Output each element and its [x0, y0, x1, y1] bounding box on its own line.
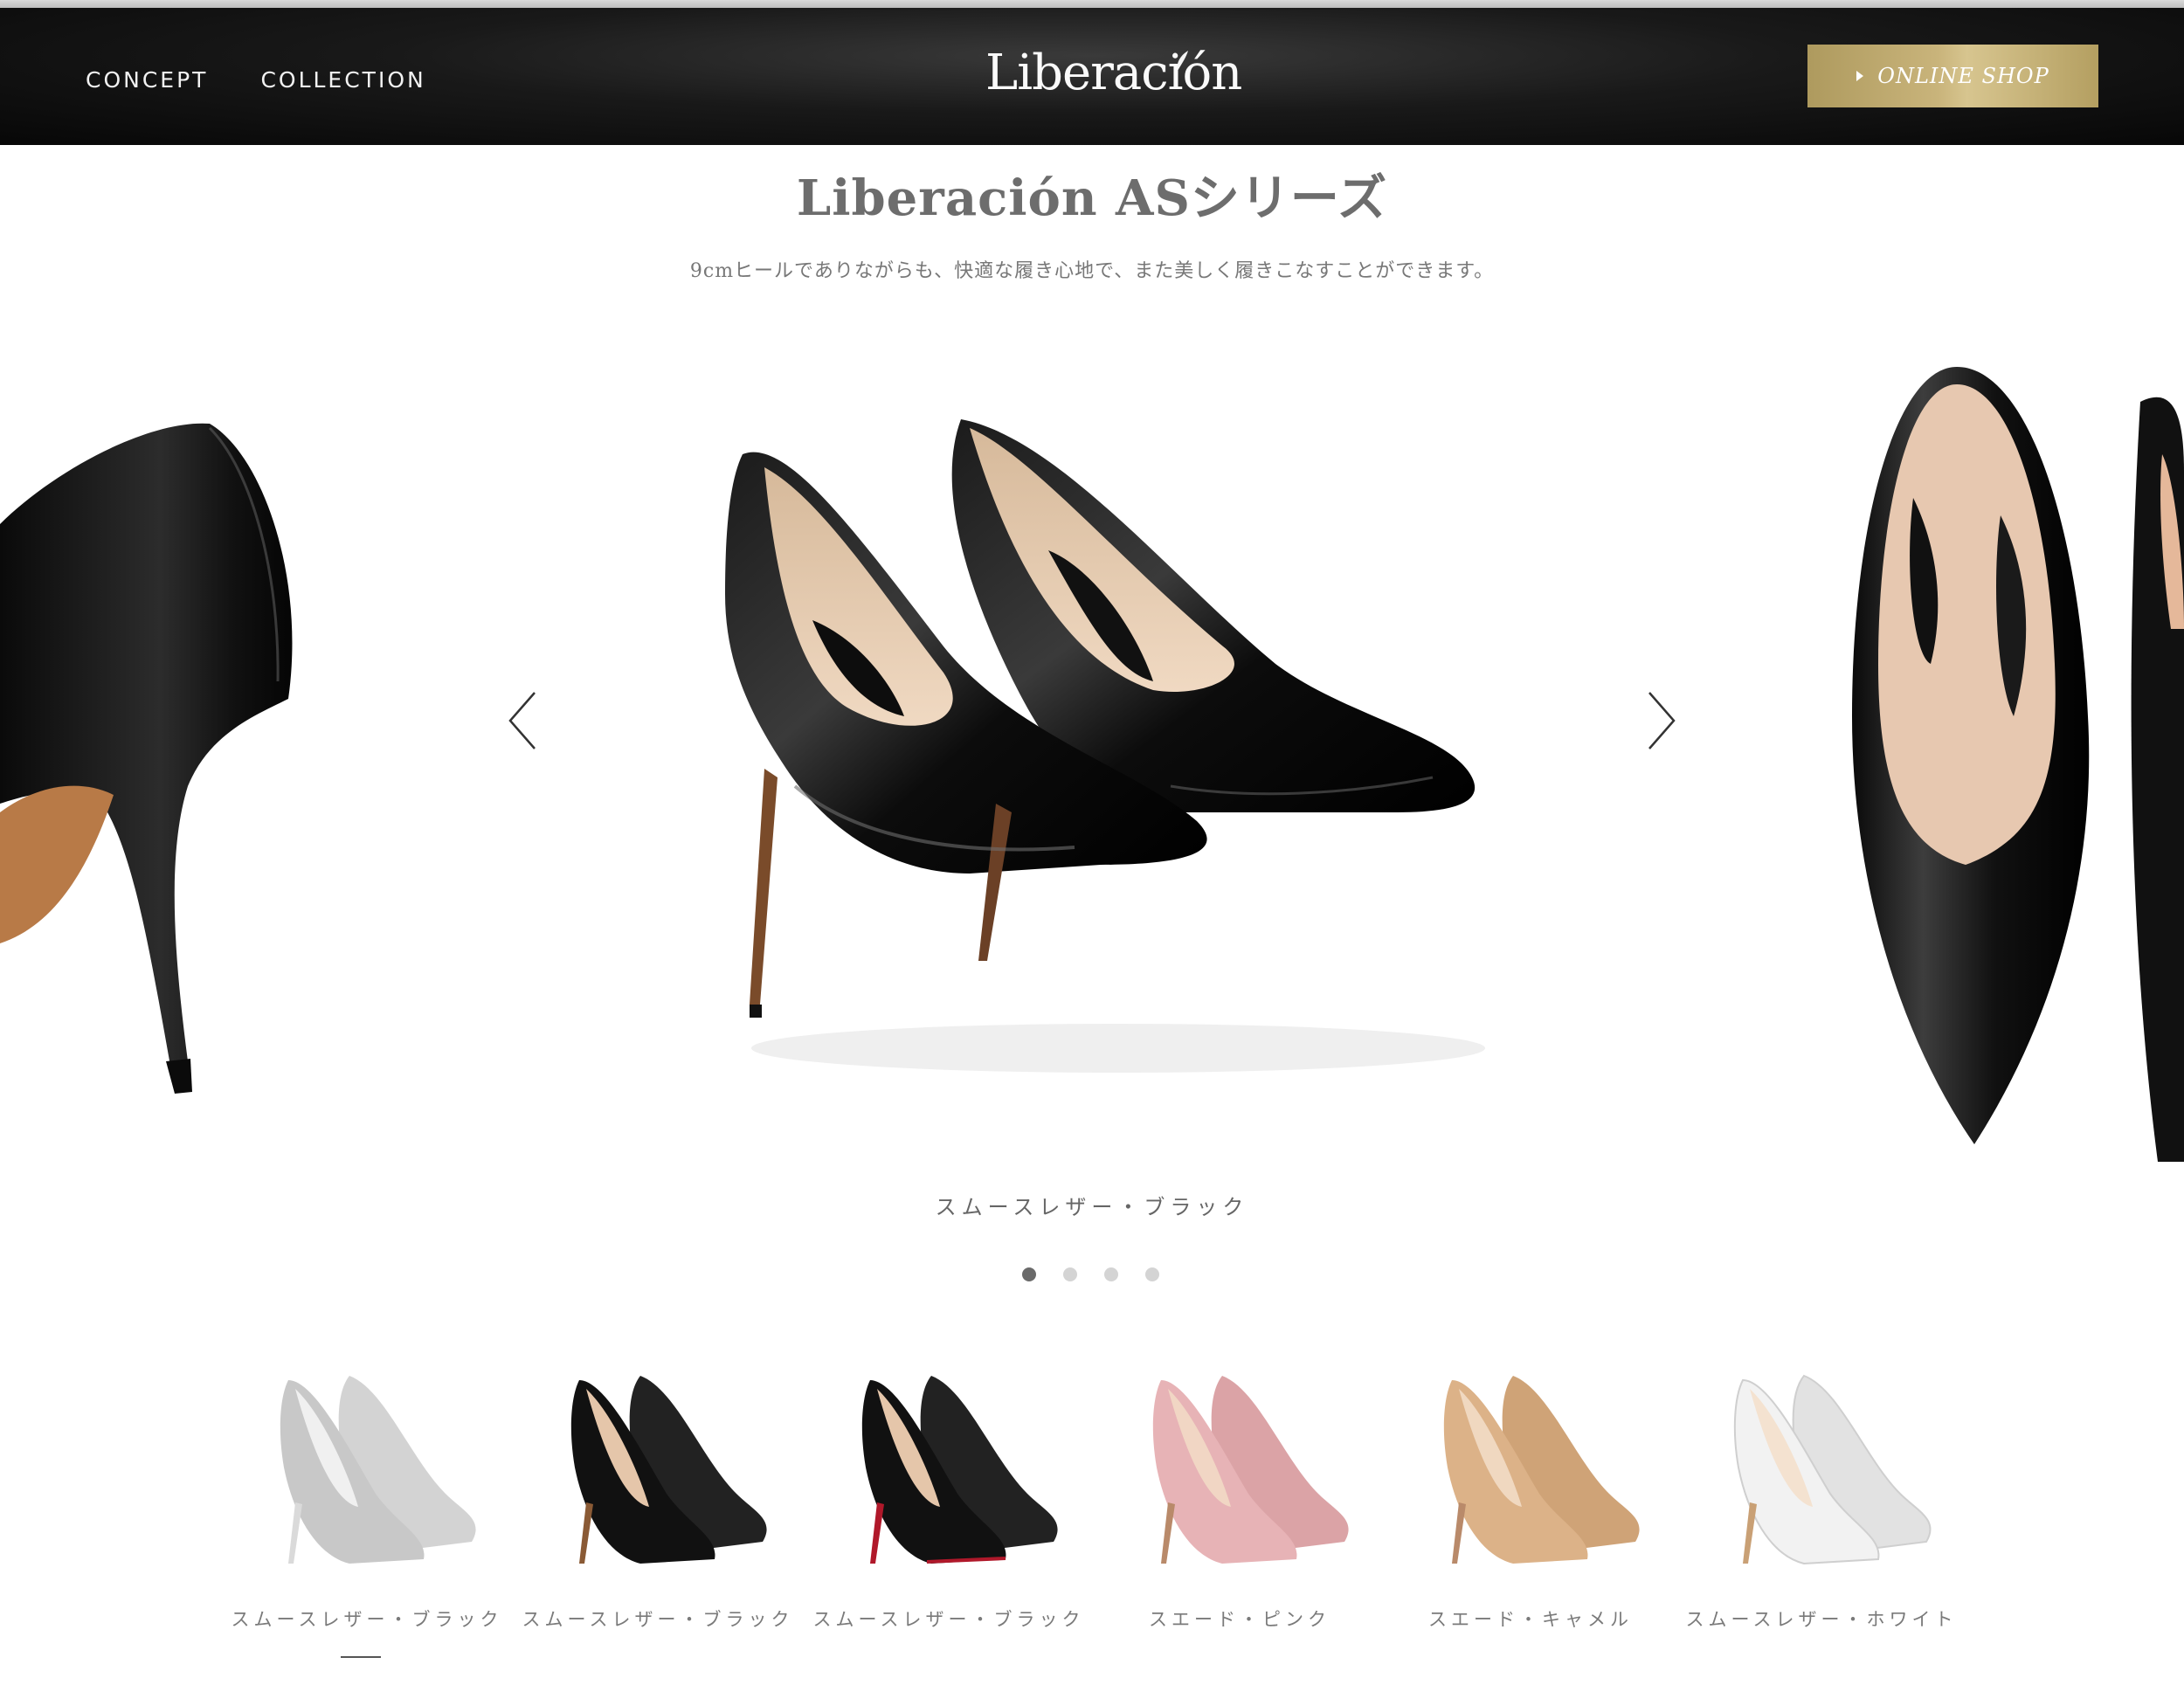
page-title: Liberación ASシリーズ — [796, 169, 1388, 227]
thumbnail-label: スムースレザー・ブラック — [522, 1609, 794, 1630]
carousel-dot-4[interactable] — [1145, 1267, 1159, 1281]
slide-caption: スムースレザー・ブラック — [935, 1195, 1249, 1219]
thumbnail-item[interactable]: スムースレザー・ブラック — [522, 1363, 789, 1660]
page-subtitle: 9cmヒールでありながらも、快適な履き心地で、また美しく履きこなすことができます… — [689, 260, 1495, 282]
carousel-slide-next[interactable] — [1826, 349, 2184, 1162]
nav-concept-link[interactable]: CONCEPT — [86, 67, 208, 93]
thumbnail-label: スエード・ピンク — [1149, 1609, 1330, 1630]
thumbnail-item[interactable]: スエード・キャメル — [1400, 1363, 1662, 1660]
selected-indicator — [341, 1656, 381, 1658]
main-nav: CONCEPT COLLECTION — [86, 67, 426, 93]
thumbnail-item[interactable]: スムースレザー・ブラック — [813, 1363, 1080, 1660]
shoe-thumbnail-image — [861, 1376, 1058, 1564]
shoe-thumbnail-image — [1443, 1376, 1640, 1564]
shoe-thumbnail-image — [1733, 1374, 1932, 1565]
thumbnail-label: スエード・キャメル — [1428, 1609, 1633, 1630]
brand-logo[interactable]: Liberación — [985, 45, 1242, 101]
online-shop-label: ONLINE SHOP — [1877, 64, 2049, 88]
carousel-dot-3[interactable] — [1104, 1267, 1118, 1281]
carousel-slide-previous[interactable] — [0, 419, 489, 1118]
site-header: CONCEPT COLLECTION Liberación ONLINE SHO… — [0, 8, 2184, 145]
carousel-pagination — [1022, 1267, 1159, 1281]
thumbnail-item[interactable]: スエード・ピンク — [1109, 1363, 1371, 1660]
carousel-dot-1[interactable] — [1022, 1267, 1036, 1281]
nav-collection-link[interactable]: COLLECTION — [260, 67, 425, 93]
shoe-thumbnail-image — [1152, 1376, 1349, 1564]
thumbnail-label: スムースレザー・ブラック — [812, 1609, 1085, 1630]
thumbnail-item[interactable]: スムースレザー・ホワイト — [1686, 1363, 1952, 1660]
carousel-next-arrow-icon[interactable] — [1635, 686, 1679, 756]
color-variant-thumbnails: スムースレザー・ブラック スムースレザー・ブラック スムースレザー・ブラック ス… — [232, 1363, 1952, 1660]
thumbnail-item[interactable]: スムースレザー・ブラック — [232, 1363, 498, 1660]
play-arrow-icon — [1856, 71, 1864, 81]
thumbnail-label: スムースレザー・ブラック — [231, 1609, 503, 1630]
shoe-thumbnail-image — [280, 1376, 476, 1564]
shoe-thumbnail-image — [570, 1376, 767, 1564]
carousel-dot-2[interactable] — [1063, 1267, 1077, 1281]
logo-leaf-icon — [1177, 51, 1188, 71]
carousel-prev-arrow-icon[interactable] — [505, 686, 549, 756]
browser-top-strip — [0, 0, 2184, 8]
product-carousel — [0, 349, 2184, 1171]
online-shop-button[interactable]: ONLINE SHOP — [1807, 45, 2098, 107]
carousel-slide-active[interactable] — [681, 402, 1520, 1118]
thumbnail-label: スムースレザー・ホワイト — [1685, 1609, 1958, 1630]
